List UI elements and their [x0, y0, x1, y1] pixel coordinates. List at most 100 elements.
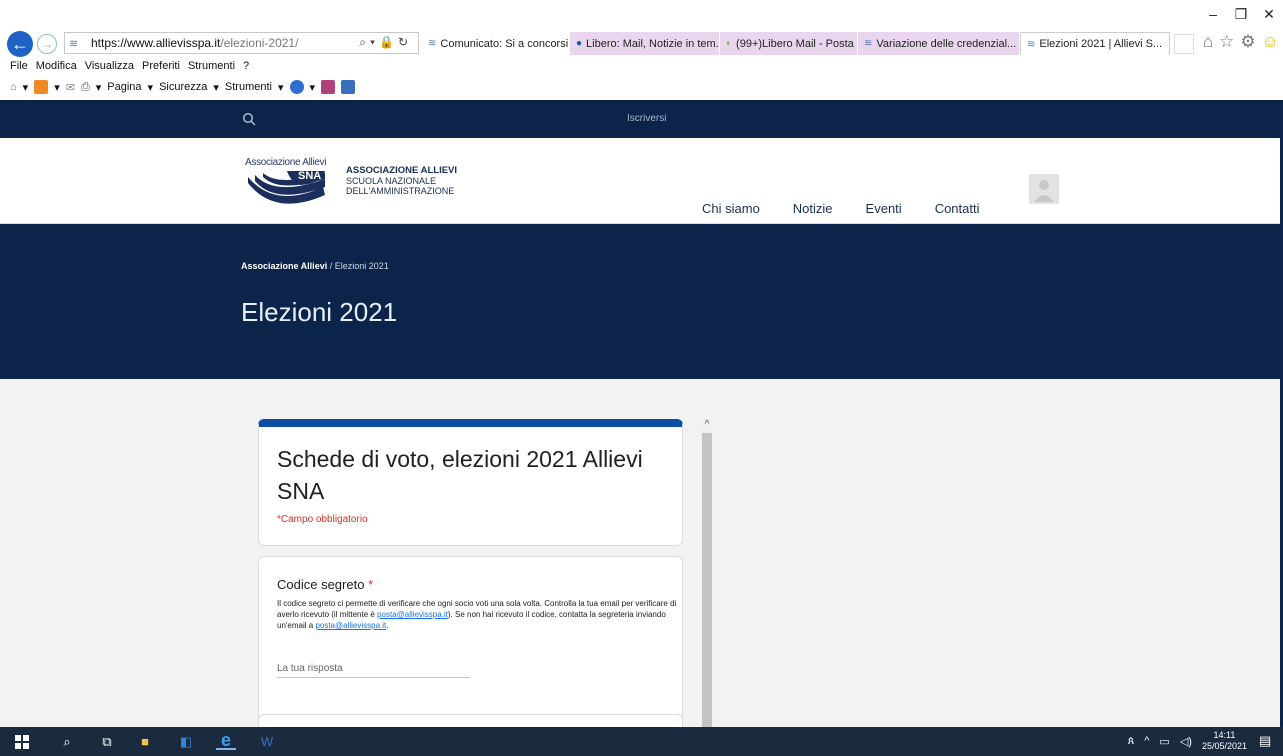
chevron-up-icon[interactable]: ^ — [1144, 735, 1149, 747]
menu-preferiti[interactable]: Preferiti — [142, 60, 180, 72]
form-title: Schede di voto, elezioni 2021 Allievi SN… — [277, 446, 643, 504]
people-icon[interactable]: ጰ — [1128, 735, 1135, 748]
notification-icon[interactable]: ▤ — [1259, 733, 1275, 749]
dropdown-icon[interactable]: ▾ — [213, 81, 219, 94]
tab-label: Variazione delle credenzial... — [876, 37, 1017, 50]
restore-button[interactable]: ❐ — [1227, 0, 1255, 28]
volume-icon[interactable]: ◁) — [1180, 735, 1192, 748]
command-bar: ⌂ ▾ ▾ ✉ ⎙ ▾ Pagina ▾ Sicurezza ▾ Strumenti ▾ … — [0, 76, 356, 98]
nav-chi-siamo[interactable]: Chi siamo — [702, 201, 760, 216]
dropdown-icon[interactable]: ▾ — [278, 81, 284, 94]
nav-notizie[interactable]: Notizie — [793, 201, 833, 216]
secret-code-input[interactable] — [277, 660, 470, 678]
forward-button[interactable]: → — [37, 34, 57, 54]
clock[interactable]: 14:11 25/05/2021 — [1202, 730, 1247, 752]
menu-visualizza[interactable]: Visualizza — [85, 60, 134, 72]
form-header-card: Schede di voto, elezioni 2021 Allievi SN… — [258, 419, 683, 546]
tab-libero[interactable]: ● Libero: Mail, Notizie in tem... — [570, 32, 720, 55]
back-button[interactable]: ← — [7, 31, 33, 57]
lock-icon[interactable]: 🔒 — [379, 35, 398, 49]
logo-mark-text: SNA — [298, 170, 322, 182]
tab-libero-mail[interactable]: ◐ (99+)Libero Mail - Posta — [720, 32, 858, 55]
minimize-button[interactable]: – — [1199, 0, 1227, 28]
addon-icon[interactable] — [321, 80, 336, 94]
tab-label: (99+)Libero Mail - Posta — [736, 37, 854, 50]
url-path: /elezioni-2021/ — [220, 36, 299, 50]
network-icon[interactable]: ▭ — [1159, 735, 1169, 748]
question-description: Il codice segreto ci permette di verific… — [277, 598, 677, 631]
outlook-icon[interactable]: ◧ — [176, 733, 196, 750]
tab-strip: ≋ Comunicato: Si a concorsi, ... ● Libero:… — [422, 32, 1194, 56]
menu-modifica[interactable]: Modifica — [36, 60, 77, 72]
favicon-icon: ≋ — [1027, 38, 1036, 50]
page-hero: Associazione Allievi / Elezioni 2021 Ele… — [0, 224, 1280, 379]
favorites-star-icon[interactable]: ☆ — [1219, 32, 1234, 52]
breadcrumb-home[interactable]: Associazione Allievi — [241, 261, 327, 271]
window-controls: – ❐ ✕ — [1199, 0, 1283, 30]
question-card-secret-code: Codice segreto * Il codice segreto ci pe… — [258, 556, 683, 727]
close-window-button[interactable]: ✕ — [1255, 0, 1283, 28]
smiley-icon[interactable]: ☺ — [1262, 32, 1279, 52]
dropdown-icon[interactable]: ▾ — [23, 81, 29, 94]
search-icon[interactable]: ⌕ — [359, 35, 370, 49]
site-favicon-icon: ≋ — [69, 37, 79, 50]
internet-explorer-icon[interactable]: e — [216, 730, 236, 750]
menu-bar: File Modifica Visualizza Preferiti Strum… — [0, 56, 249, 76]
dropdown-icon[interactable]: ▾ — [370, 35, 379, 49]
menu-help[interactable]: ? — [243, 60, 249, 72]
address-row: ← → ≋ https://www.allievisspa.it/elezion… — [0, 28, 1283, 57]
help-icon[interactable] — [289, 80, 304, 94]
favicon-icon: ≋ — [428, 38, 437, 49]
dropdown-icon[interactable]: ▾ — [54, 81, 60, 94]
tab-comunicato[interactable]: ≋ Comunicato: Si a concorsi, ... — [422, 32, 570, 55]
tab-label: Comunicato: Si a concorsi, ... — [440, 37, 570, 50]
user-icon — [1034, 180, 1054, 202]
search-icon[interactable]: ⌕ — [58, 733, 76, 750]
tab-variazione[interactable]: ≋ Variazione delle credenzial... — [858, 32, 1020, 55]
avatar[interactable] — [1029, 174, 1059, 204]
url-text: https://www.allievisspa.it/elezioni-2021… — [91, 36, 298, 50]
embedded-form: Schede di voto, elezioni 2021 Allievi SN… — [258, 419, 713, 727]
file-explorer-icon[interactable]: ■ — [136, 733, 154, 750]
dropdown-icon[interactable]: ▾ — [96, 81, 102, 94]
question-title-text: Codice segreto — [277, 577, 365, 592]
home-icon[interactable]: ⌂ — [1203, 32, 1213, 52]
cmd-tools[interactable]: Strumenti — [225, 81, 272, 93]
address-bar[interactable]: ≋ https://www.allievisspa.it/elezioni-20… — [64, 32, 419, 54]
home-icon[interactable]: ⌂ — [10, 81, 17, 93]
scroll-thumb[interactable] — [702, 433, 712, 727]
nav-eventi[interactable]: Eventi — [866, 201, 902, 216]
brand-name[interactable]: ASSOCIAZIONE ALLIEVI SCUOLA NAZIONALE DE… — [346, 166, 457, 197]
scroll-up-icon[interactable]: ^ — [701, 419, 713, 433]
dropdown-icon[interactable]: ▾ — [148, 81, 154, 94]
new-tab-button[interactable] — [1174, 34, 1194, 54]
search-icon[interactable] — [242, 112, 256, 126]
tab-elezioni[interactable]: ≋Elezioni 2021 | Allievi S... × — [1020, 32, 1170, 55]
read-mail-icon[interactable]: ✉ — [66, 81, 75, 94]
windows-taskbar: ⌕ ⧉ ■ ◧ e W ጰ ^ ▭ ◁) 14:11 25/05/2021 ▤ — [0, 727, 1283, 756]
refresh-icon[interactable]: ↻ — [398, 35, 412, 49]
site-logo[interactable]: Associazione Allievi SNA — [245, 157, 340, 207]
email-link[interactable]: posta@allievisspa.it — [377, 610, 448, 619]
word-icon[interactable]: W — [258, 733, 276, 750]
signup-link[interactable]: Iscriversi — [627, 113, 666, 124]
print-icon[interactable]: ⎙ — [81, 81, 90, 94]
menu-file[interactable]: File — [10, 60, 28, 72]
cmd-page[interactable]: Pagina — [107, 81, 141, 93]
cmd-safety[interactable]: Sicurezza — [159, 81, 207, 93]
settings-gear-icon[interactable]: ⚙ — [1240, 32, 1255, 52]
required-note: *Campo obbligatorio — [277, 514, 368, 525]
email-link[interactable]: posta@allievisspa.it — [315, 621, 386, 630]
addon2-icon[interactable] — [341, 80, 356, 94]
address-tools: ⌕▾🔒↻ — [359, 35, 412, 50]
question-card-next — [258, 714, 683, 727]
menu-strumenti[interactable]: Strumenti — [188, 60, 235, 72]
task-view-icon[interactable]: ⧉ — [98, 733, 116, 750]
dropdown-icon[interactable]: ▾ — [310, 81, 316, 94]
form-scrollbar[interactable]: ^ — [701, 419, 713, 727]
nav-contatti[interactable]: Contatti — [935, 201, 980, 216]
libero-mail-icon: ◐ — [726, 38, 733, 49]
rss-icon[interactable] — [34, 80, 49, 94]
windows-start-icon[interactable] — [14, 733, 30, 750]
close-tab-icon[interactable]: × — [1168, 38, 1169, 50]
